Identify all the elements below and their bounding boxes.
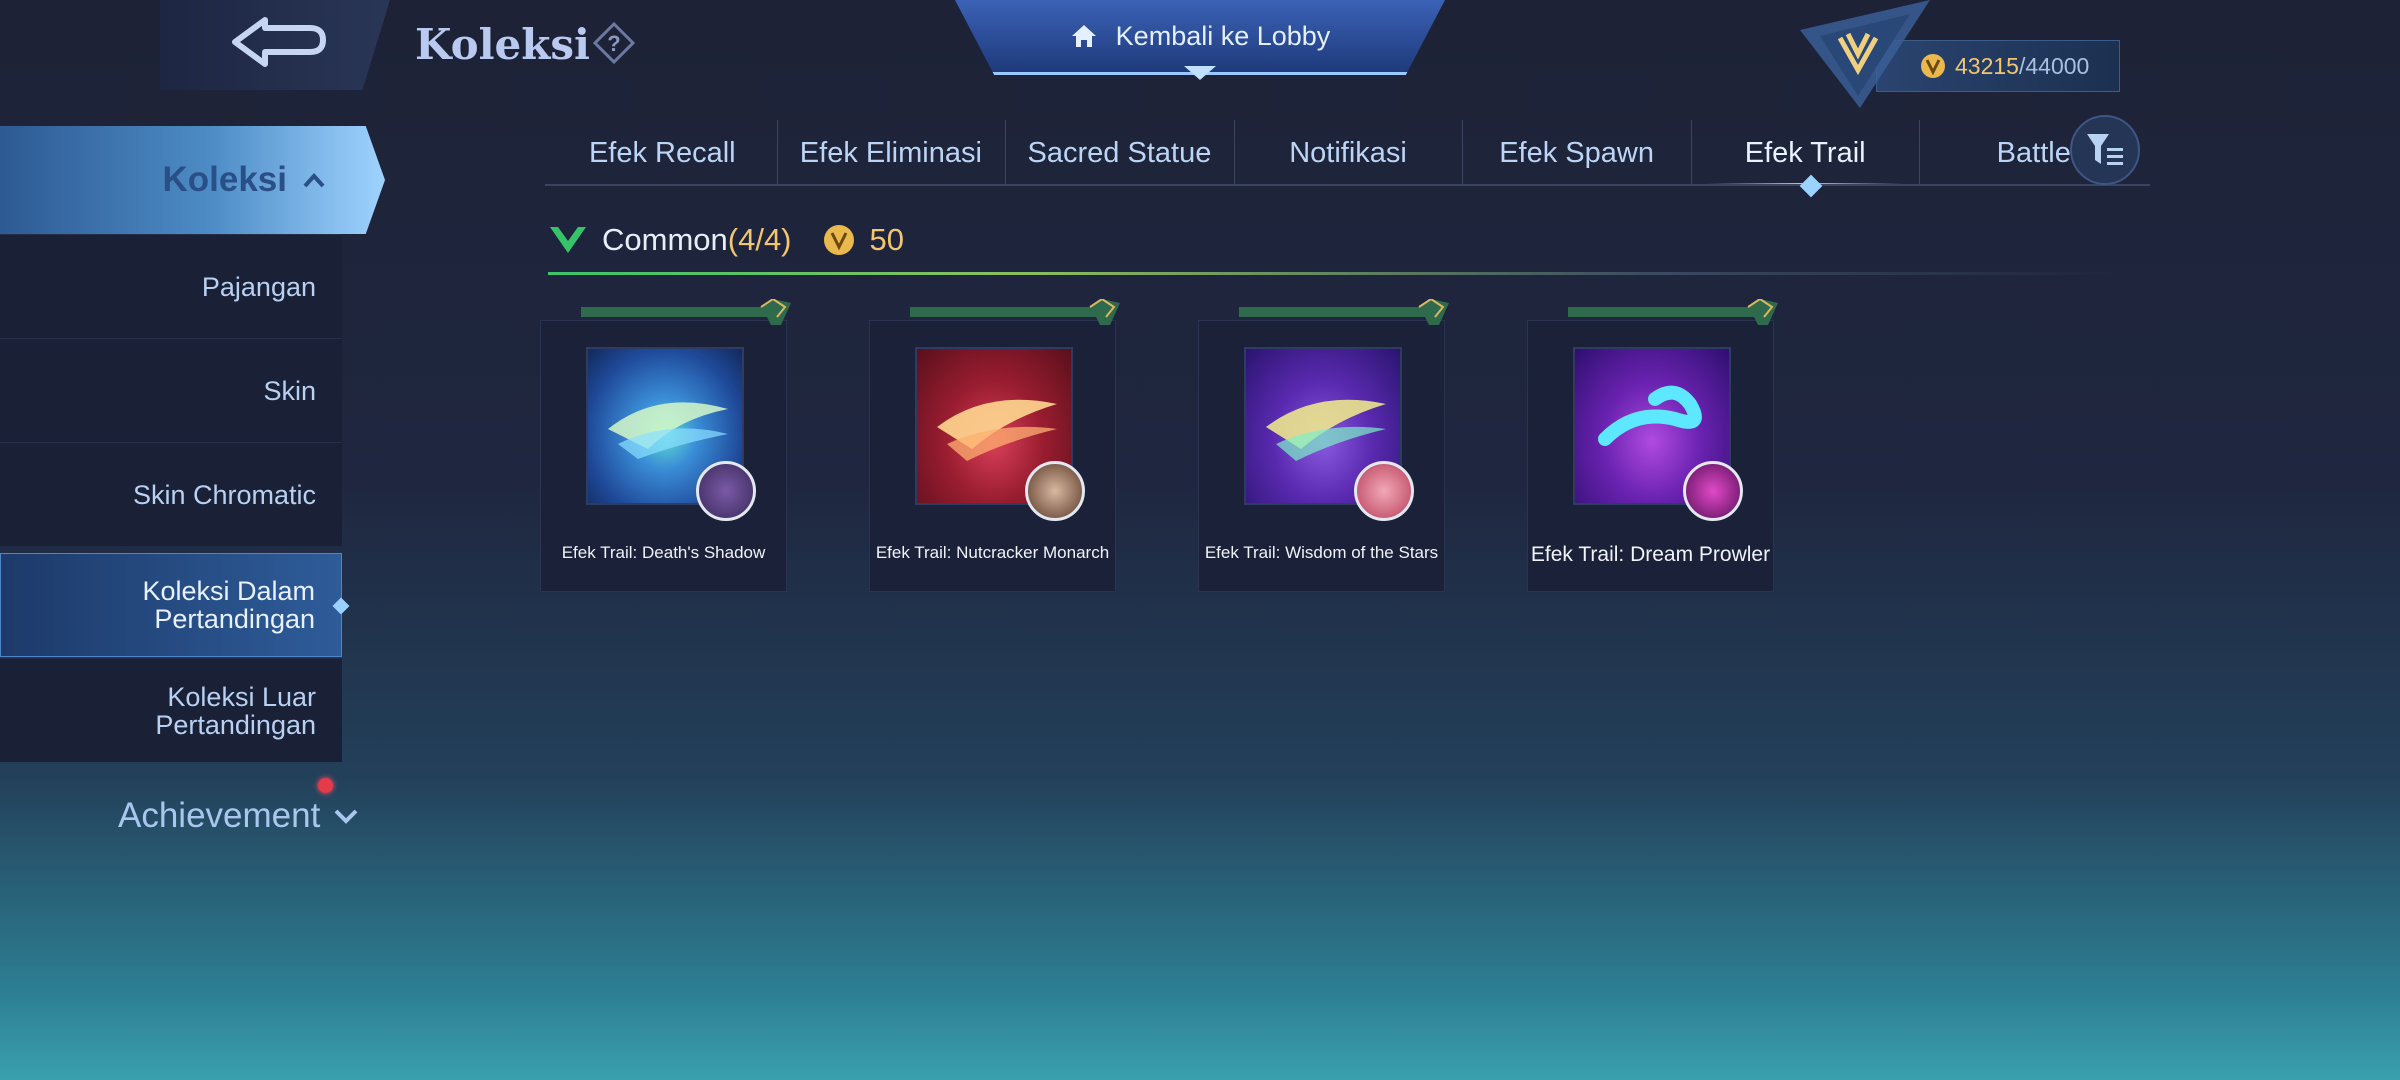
sidebar-item-skin[interactable]: Skin: [0, 338, 342, 442]
card-label: Efek Trail: Nutcracker Monarch: [875, 543, 1110, 562]
item-card[interactable]: Efek Trail: Dream Prowler: [1527, 299, 1778, 592]
chevron-up-icon: [303, 173, 325, 188]
back-button[interactable]: [160, 0, 390, 90]
item-card[interactable]: Efek Trail: Nutcracker Monarch: [869, 299, 1120, 592]
sidebar-koleksi-label: Koleksi: [162, 160, 288, 199]
back-arrow-icon: [232, 17, 326, 67]
svg-text:?: ?: [607, 31, 620, 56]
currency-max: /44000: [2018, 52, 2090, 79]
card-ribbon: [1239, 299, 1449, 325]
tab-divider: [545, 184, 2150, 186]
card-label: Efek Trail: Death's Shadow: [561, 543, 766, 562]
lobby-label: Kembali ke Lobby: [1115, 20, 1331, 51]
item-card[interactable]: Efek Trail: Death's Shadow: [540, 299, 791, 592]
tab-sacred-statue[interactable]: Sacred Statue: [1005, 120, 1234, 186]
card-ribbon: [581, 299, 791, 325]
card-label: Efek Trail: Wisdom of the Stars: [1204, 543, 1439, 562]
category-tabs: Efek Recall Efek Eliminasi Sacred Statue…: [548, 120, 2148, 186]
rarity-section-header: Common(4/4) 50: [548, 222, 904, 258]
hero-avatar: [1683, 461, 1743, 521]
hero-avatar: [1354, 461, 1414, 521]
currency-current: 43215: [1955, 52, 2019, 79]
tab-efek-spawn[interactable]: Efek Spawn: [1462, 120, 1691, 186]
common-rarity-icon: [550, 227, 586, 253]
item-card[interactable]: Efek Trail: Wisdom of the Stars: [1198, 299, 1449, 592]
section-divider: [548, 272, 2128, 275]
tab-notifikasi[interactable]: Notifikasi: [1233, 120, 1463, 186]
sidebar-koleksi[interactable]: Koleksi: [0, 126, 385, 234]
sidebar-item-label: Koleksi Luar Pertandingan: [155, 681, 316, 740]
home-icon: [1071, 25, 1096, 47]
section-points: 50: [869, 222, 904, 257]
sidebar-item-pajangan[interactable]: Pajangan: [0, 234, 342, 338]
filter-icon: [2087, 134, 2123, 165]
help-icon[interactable]: ?: [592, 21, 636, 65]
tab-efek-trail[interactable]: Efek Trail: [1690, 120, 1920, 186]
hero-avatar: [696, 461, 756, 521]
sidebar-item-skin-chromatic[interactable]: Skin Chromatic: [0, 442, 342, 546]
page-title: Koleksi: [415, 20, 590, 69]
sidebar-item-label: Koleksi Dalam Pertandingan: [142, 576, 315, 634]
card-ribbon: [910, 299, 1120, 325]
card-label: Efek Trail: Dream Prowler: [1530, 543, 1771, 566]
coin-icon: [823, 225, 854, 255]
rank-emblem-icon: [1800, 0, 1930, 108]
active-indicator: [332, 597, 350, 615]
chevron-down-icon: [334, 809, 358, 824]
sidebar-item-koleksi-dalam-pertandingan[interactable]: Koleksi Dalam Pertandingan: [0, 553, 350, 657]
filter-button[interactable]: [2070, 115, 2140, 185]
section-label: Common(4/4): [602, 222, 792, 257]
notification-badge: [318, 778, 333, 793]
achievement-label: Achievement: [118, 796, 321, 835]
card-ribbon: [1568, 299, 1778, 325]
tab-efek-recall[interactable]: Efek Recall: [548, 120, 777, 186]
lobby-chevron-icon: [1184, 66, 1216, 80]
sidebar-item-koleksi-luar-pertandingan[interactable]: Koleksi Luar Pertandingan: [0, 658, 342, 762]
hero-avatar: [1025, 461, 1085, 521]
tab-efek-eliminasi[interactable]: Efek Eliminasi: [776, 120, 1006, 186]
sidebar-achievement[interactable]: Achievement: [118, 796, 358, 836]
